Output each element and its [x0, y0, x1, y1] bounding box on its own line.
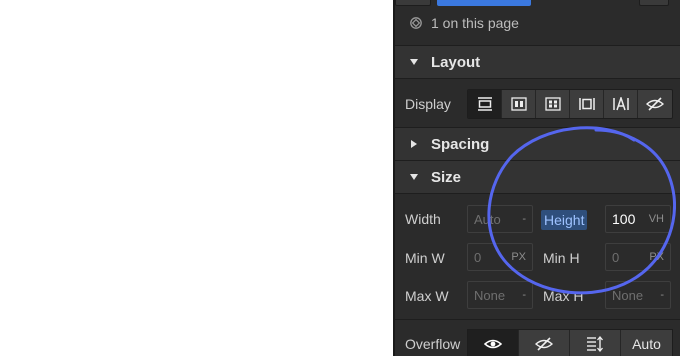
max-width-label: Max W: [405, 288, 449, 304]
display-none-button[interactable]: [638, 90, 672, 118]
eye-icon: [484, 339, 502, 349]
overflow-auto-button[interactable]: Auto: [621, 330, 672, 356]
top-field-selected[interactable]: [437, 0, 531, 6]
height-input[interactable]: 100 VH: [605, 205, 671, 233]
min-width-input[interactable]: 0 PX: [467, 243, 533, 271]
scroll-icon: [587, 336, 603, 352]
min-width-unit[interactable]: PX: [511, 251, 526, 263]
selector-icon: [409, 16, 423, 30]
eye-slash-icon: [646, 97, 664, 111]
max-width-unit[interactable]: -: [522, 289, 526, 301]
style-panel: 1 on this page Layout Display Spacing Si…: [393, 0, 680, 356]
divider: [395, 319, 680, 320]
height-label[interactable]: Height: [541, 210, 588, 230]
caret-right-icon: [407, 137, 421, 151]
display-grid-button[interactable]: [536, 90, 570, 118]
height-unit[interactable]: VH: [649, 213, 664, 225]
section-spacing-title: Spacing: [431, 135, 490, 153]
display-inline-button[interactable]: [604, 90, 638, 118]
min-width-label: Min W: [405, 250, 445, 266]
min-height-unit[interactable]: PX: [649, 251, 664, 263]
top-field-left[interactable]: [395, 0, 431, 6]
top-fields: [395, 0, 680, 7]
top-field-right[interactable]: [639, 0, 669, 6]
max-height-unit[interactable]: -: [660, 289, 664, 301]
display-label: Display: [405, 96, 451, 112]
max-width-input[interactable]: None -: [467, 281, 533, 309]
min-height-input[interactable]: 0 PX: [605, 243, 671, 271]
display-flex-button[interactable]: [502, 90, 536, 118]
eye-slash-icon: [535, 337, 553, 351]
usage-text: 1 on this page: [431, 15, 519, 31]
width-label: Width: [405, 211, 441, 227]
max-height-input[interactable]: None -: [605, 281, 671, 309]
section-layout-title: Layout: [431, 53, 481, 71]
max-height-label: Max H: [543, 288, 584, 304]
display-inline-block-icon: [578, 98, 595, 110]
display-block-icon: [477, 97, 492, 111]
section-layout-header[interactable]: Layout: [395, 45, 680, 79]
overflow-scroll-button[interactable]: [570, 330, 621, 356]
section-spacing-header[interactable]: Spacing: [395, 127, 680, 161]
display-inline-icon: [612, 97, 629, 111]
overflow-hidden-button[interactable]: [519, 330, 570, 356]
caret-down-icon: [407, 55, 421, 69]
min-height-label: Min H: [543, 250, 580, 266]
design-canvas[interactable]: [0, 0, 393, 356]
overflow-label: Overflow: [405, 336, 461, 352]
display-block-button[interactable]: [468, 90, 502, 118]
caret-down-icon: [407, 170, 421, 184]
usage-info: 1 on this page: [409, 10, 519, 36]
display-flex-icon: [510, 97, 527, 111]
display-grid-icon: [544, 97, 561, 111]
display-options: [467, 89, 673, 119]
display-inline-block-button[interactable]: [570, 90, 604, 118]
section-size-title: Size: [431, 168, 462, 186]
section-size-header[interactable]: Size: [395, 160, 680, 194]
width-input[interactable]: Auto -: [467, 205, 533, 233]
overflow-options: Auto: [467, 329, 673, 356]
width-unit[interactable]: -: [522, 213, 526, 225]
overflow-visible-button[interactable]: [468, 330, 519, 356]
